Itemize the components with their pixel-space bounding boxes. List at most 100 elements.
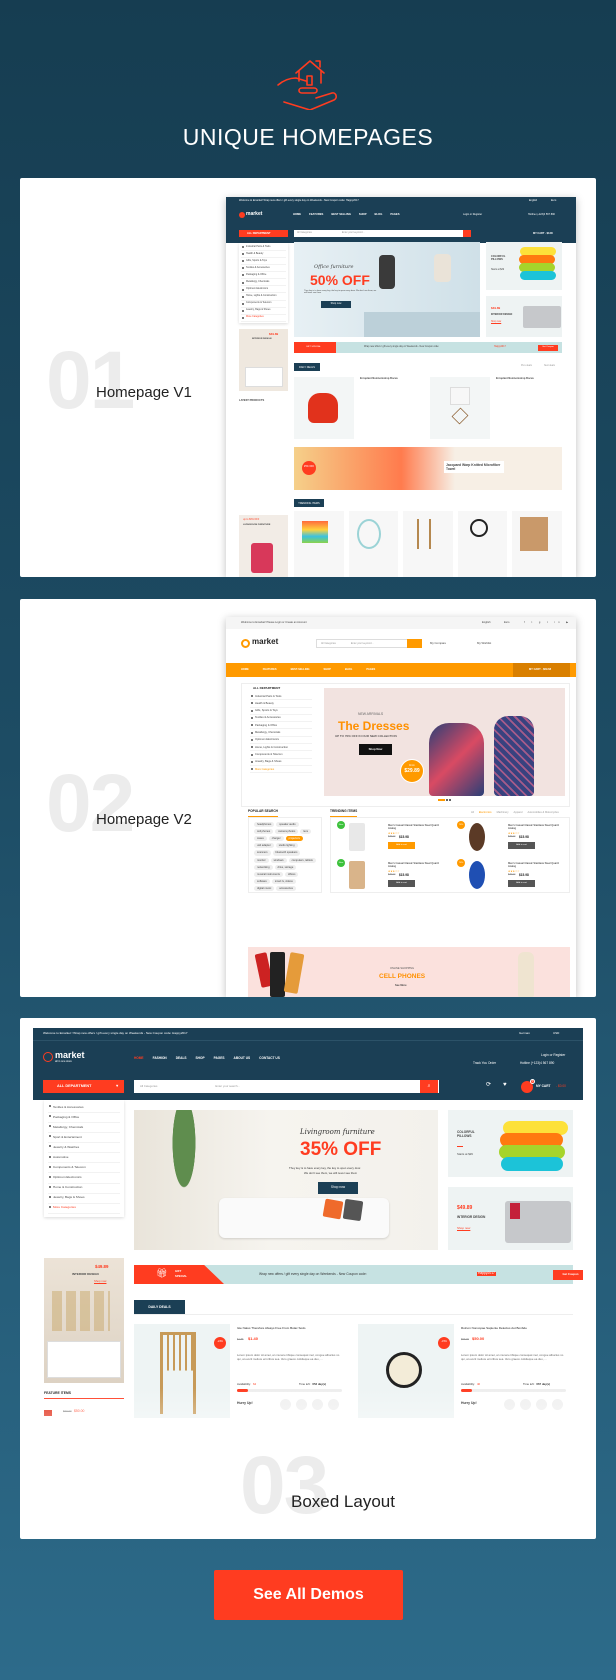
login-link[interactable]: Login or Register — [463, 213, 482, 216]
category-item[interactable]: Gifts, Sports & Toys — [241, 258, 286, 266]
category-item[interactable]: Components & Telecom — [250, 751, 312, 759]
prev-deals[interactable]: Prev deals — [521, 365, 532, 368]
social-icons[interactable]: f t g t in ▶ — [524, 621, 571, 624]
category-item[interactable]: Metallurgy, Chemicals — [250, 729, 312, 737]
category-select[interactable]: All Categories — [297, 231, 312, 234]
search-tag[interactable]: digital music — [254, 885, 275, 892]
product-card[interactable]: 70% Men's Casual Classic Stainless Steel … — [451, 818, 571, 856]
search-button[interactable] — [407, 639, 422, 648]
search-input[interactable]: All Categories Enter your keyword... — [294, 230, 470, 237]
category-item[interactable]: Textiles & Accessories — [241, 265, 286, 273]
login-link[interactable]: Login or Register — [541, 1053, 565, 1058]
demo-label[interactable]: Boxed Layout — [291, 1492, 395, 1512]
category-item[interactable]: Automotive — [48, 1153, 120, 1164]
category-item[interactable]: Packaging & Office — [48, 1113, 120, 1124]
search-tag[interactable]: projectors — [285, 836, 303, 842]
search-tag[interactable]: software — [254, 878, 270, 884]
currency-select[interactable]: USD — [553, 1031, 559, 1036]
product-card[interactable] — [457, 511, 508, 577]
search-tag[interactable]: musical instruments — [254, 871, 283, 877]
category-item[interactable]: More Categories — [241, 315, 286, 322]
search-tag[interactable]: accessories — [276, 885, 296, 892]
nav-item[interactable]: BLOG — [345, 668, 353, 671]
nav-item[interactable]: HOME — [293, 213, 301, 216]
deal-name[interactable]: Ercoptant Nomnomstrop Bocus — [360, 377, 398, 380]
shop-now-button[interactable]: Shop now — [321, 301, 351, 308]
boxed-layout-screenshot[interactable]: Welcome to Emarket ! Wrap new offers / g… — [33, 1028, 583, 1418]
shop-now-button[interactable]: Shop now — [318, 1182, 358, 1194]
category-item[interactable]: Packaging & Office — [241, 272, 286, 280]
category-item[interactable]: Health & Beauty — [241, 251, 286, 259]
trending-tab[interactable]: TRENDING ITEMS — [294, 499, 324, 507]
towel-banner[interactable]: 25% OFF Jacquard Warp Knitted Microfiber… — [294, 447, 562, 490]
compare-icon[interactable]: ⟳ — [486, 1082, 491, 1089]
search-input[interactable]: All Categories Enter your search... — [134, 1080, 439, 1093]
nav-item[interactable]: CONTACT US — [259, 1056, 280, 1061]
category-tab[interactable]: Automobiles & Motorcycles — [528, 811, 559, 814]
nav-item[interactable]: PAGES — [214, 1056, 225, 1061]
nav-item[interactable]: ABOUT US — [234, 1056, 251, 1061]
search-tag[interactable]: camera photos — [275, 829, 299, 835]
nav-item[interactable]: DEALS — [176, 1056, 187, 1061]
search-button[interactable]: ⌕ — [420, 1080, 438, 1093]
demo-label[interactable]: Homepage V1 — [96, 384, 192, 401]
currency-select[interactable]: Euro — [504, 621, 509, 624]
category-tab[interactable]: Apparel — [514, 811, 523, 814]
daily-deals-tab[interactable]: DAILY DEALS — [134, 1300, 185, 1314]
see-more-link[interactable]: See More — [395, 984, 407, 987]
deal-name[interactable]: Iste Natus Therefore Always Free From Bo… — [237, 1326, 337, 1331]
language-select[interactable]: German — [519, 1031, 530, 1036]
get-coupon-button[interactable]: Get Coupon — [553, 1270, 583, 1280]
category-item[interactable]: Components & Telecom — [241, 301, 286, 308]
nav-item[interactable]: FEATURES — [309, 213, 323, 216]
see-all-demos-button[interactable]: See All Demos — [214, 1570, 403, 1620]
search-input[interactable]: All Categories Enter your keyword... — [316, 639, 414, 648]
product-card[interactable] — [348, 511, 399, 577]
language-select[interactable]: English — [529, 199, 537, 202]
logo[interactable]: market — [252, 637, 278, 647]
logo[interactable]: market — [246, 211, 262, 217]
add-to-cart-button[interactable]: Add to cart — [388, 842, 415, 849]
left-ad-interior[interactable]: $49.89 INTERIOR DESIGN Shop now — [44, 1258, 124, 1383]
cart-button[interactable]: MY CART - $69.68 — [513, 663, 570, 677]
hero-banner[interactable]: Office furniture 50% OFF They key is to … — [294, 242, 480, 337]
track-order-link[interactable]: Track You Order — [473, 1061, 496, 1066]
category-item[interactable]: Components & Telecom — [48, 1163, 120, 1174]
product-card[interactable] — [403, 511, 453, 577]
add-to-cart-button[interactable]: Add to cart — [388, 880, 415, 887]
gift-strip[interactable]: GIFT SPECIAL Wrap new offers / gift ever… — [294, 342, 562, 353]
product-card[interactable] — [512, 511, 562, 577]
carousel-dots[interactable] — [438, 799, 454, 801]
search-tag[interactable]: usb adapter — [254, 843, 274, 849]
category-item[interactable]: Jewelry, Bags & Shoes — [241, 308, 286, 315]
category-item[interactable]: Optimum Electronics — [250, 737, 312, 745]
nav-item[interactable]: SHOP — [323, 668, 330, 671]
search-tag[interactable]: bluetooth speakers — [272, 850, 301, 856]
search-tag[interactable]: studio lighting — [275, 843, 298, 849]
category-item[interactable]: Industrial Parts & Tools — [250, 693, 312, 701]
search-tag[interactable]: scanners — [254, 850, 271, 856]
nav-item[interactable]: PAGES — [390, 213, 399, 216]
search-tag[interactable]: monitor — [254, 857, 269, 863]
cart-label[interactable]: MY CART — [536, 1084, 550, 1089]
ad-link[interactable]: Shop now — [94, 1279, 106, 1283]
search-tag[interactable]: networking — [254, 864, 273, 870]
add-to-cart-button[interactable]: Add to cart — [508, 880, 535, 887]
category-item[interactable]: Sport & Entertaiment — [48, 1133, 120, 1144]
demo-card-homepage-v1[interactable]: 01 Homepage V1 Welcome to Emarket! Wrap … — [20, 178, 596, 577]
hero-banner[interactable]: Livingroom furniture 35% OFF They key is… — [134, 1110, 438, 1250]
nav-item[interactable]: BEST-SELLING — [291, 668, 310, 671]
demo-label[interactable]: Homepage V2 — [96, 811, 192, 828]
product-name[interactable]: Men's Casual Classic Stainless Steel Qua… — [388, 862, 443, 868]
next-deals[interactable]: Next deals — [544, 365, 555, 368]
nav-item[interactable]: SHOP — [359, 213, 367, 216]
search-tag[interactable]: offices — [284, 871, 299, 877]
cell-phones-banner[interactable]: ONLINE SHOPPING CELL PHONES See More — [248, 947, 570, 997]
search-button[interactable] — [463, 230, 471, 237]
category-tab[interactable]: All — [471, 811, 474, 814]
category-item[interactable]: Optimum Electronics — [48, 1173, 120, 1184]
search-tag[interactable]: computers, tablets — [288, 857, 316, 863]
product-card[interactable]: New Men's Casual Classic Stainless Steel … — [331, 856, 451, 894]
nav-item[interactable]: BLOG — [375, 213, 383, 216]
category-select[interactable]: All Categories — [140, 1084, 157, 1088]
